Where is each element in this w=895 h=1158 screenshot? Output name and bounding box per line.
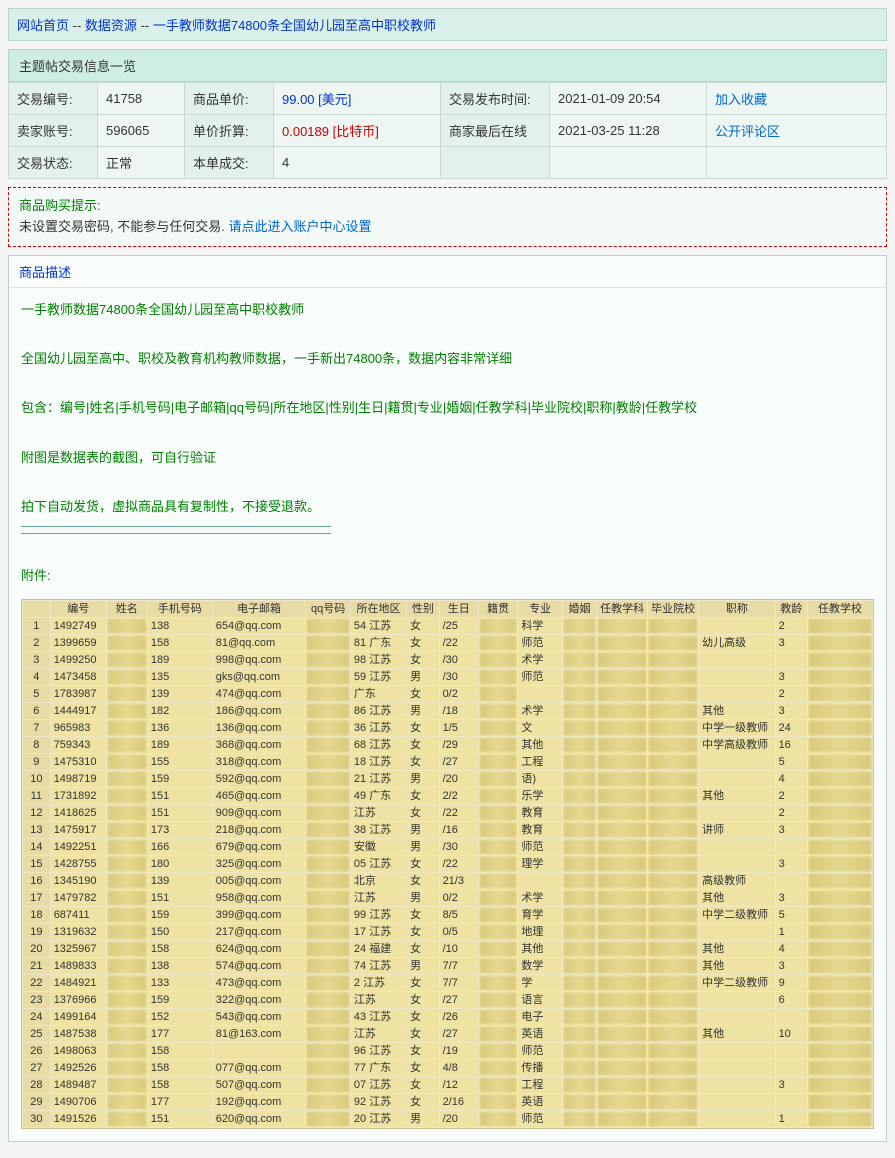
attachment-sheet: 编号姓名手机号码电子邮箱qq号码所在地区性别生日籍贯专业婚姻任教学科毕业院校职称… — [21, 599, 874, 1129]
table-row: 171479782151958@qq.com江苏男0/2术学其他3 — [23, 890, 873, 907]
sheet-header: 毕业院校 — [648, 601, 699, 618]
table-row: 151428755180325@qq.com05 江苏女/22理学3 — [23, 856, 873, 873]
table-row: 221484921133473@qq.com2 江苏女7/7学中学二级教师9 — [23, 975, 873, 992]
breadcrumb-title[interactable]: 一手教师数据74800条全国幼儿园至高中职校教师 — [153, 18, 436, 33]
value-last-online: 2021-03-25 11:28 — [550, 115, 707, 147]
desc-line: 包含：编号|姓名|手机号码|电子邮箱|qq号码|所在地区|性别|生日|籍贯|专业… — [21, 396, 874, 421]
breadcrumb-category[interactable]: 数据资源 — [85, 18, 137, 33]
table-row: 211489833138574@qq.com74 江苏男7/7数学其他3 — [23, 958, 873, 975]
description-header: 商品描述 — [9, 256, 886, 288]
table-row: 301491526151620@qq.com20 江苏男/20师范1 — [23, 1111, 873, 1128]
table-row: 241499164152543@qq.com43 江苏女/26电子 — [23, 1009, 873, 1026]
value-btc-price: 0.00189 [比特币] — [274, 115, 441, 147]
label-sold-count: 本单成交: — [185, 147, 274, 179]
sheet-header: 任教学校 — [808, 601, 873, 618]
divider — [21, 533, 331, 534]
table-row: 231376966159322@qq.com江苏女/27语言6 — [23, 992, 873, 1009]
table-row: 121418625151909@qq.com江苏女/22教育2 — [23, 805, 873, 822]
table-row: 7965983136136@qq.com36 江苏女1/5文中学一级教师24 — [23, 720, 873, 737]
sheet-header: 手机号码 — [147, 601, 212, 618]
tip-title: 商品购买提示: — [19, 196, 876, 217]
table-row: 141492251166679@qq.com安徽男/30师范 — [23, 839, 873, 856]
table-row: 161345190139005@qq.com北京女21/3高级教师 — [23, 873, 873, 890]
sheet-header: 教龄 — [775, 601, 807, 618]
sheet-header: 性别 — [407, 601, 439, 618]
sheet-header: 籍贯 — [478, 601, 517, 618]
table-row: 2139965915881@qq.com81 广东女/22师范幼儿高级3 — [23, 635, 873, 652]
label-last-online: 商家最后在线 — [441, 115, 550, 147]
table-row: 191319632150217@qq.com17 江苏女0/5地理1 — [23, 924, 873, 941]
sheet-header: 所在地区 — [350, 601, 406, 618]
value-trade-id: 41758 — [98, 83, 185, 115]
breadcrumb-sep2: -- — [141, 18, 153, 33]
desc-line: 附图是数据表的截图，可自行验证 — [21, 446, 874, 471]
breadcrumb-sep: -- — [73, 18, 85, 33]
label-seller: 卖家账号: — [9, 115, 98, 147]
table-row: 8759343189368@qq.com68 江苏女/29其他中学高级教师16 — [23, 737, 873, 754]
sheet-header: 婚姻 — [562, 601, 596, 618]
summary-title: 主题帖交易信息一览 — [8, 49, 887, 82]
table-row: 26149806315896 江苏女/19师范 — [23, 1043, 873, 1060]
value-status: 正常 — [98, 147, 185, 179]
link-add-favorite[interactable]: 加入收藏 — [715, 92, 767, 107]
table-row: 271492526158077@qq.com77 广东女4/8传播 — [23, 1060, 873, 1077]
label-empty — [441, 147, 550, 179]
table-row: 111731892151465@qq.com49 广东女2/2乐学其他2 — [23, 788, 873, 805]
tip-body: 未设置交易密码, 不能参与任何交易. — [19, 219, 228, 234]
attachment-label: 附件: — [21, 564, 874, 589]
sheet-header: 职称 — [699, 601, 775, 618]
breadcrumb: 网站首页 -- 数据资源 -- 一手教师数据74800条全国幼儿园至高中职校教师 — [8, 8, 887, 41]
table-row: 41473458135gks@qq.com59 江苏男/30师范3 — [23, 669, 873, 686]
table-row: 131475917173218@qq.com38 江苏男/16教育讲师3 — [23, 822, 873, 839]
table-row: 11492749138654@qq.com54 江苏女/25科学2 — [23, 618, 873, 635]
table-row: 51783987139474@qq.com广东女0/22 — [23, 686, 873, 703]
table-row: 25148753817781@163.com江苏女/27英语其他10 — [23, 1026, 873, 1043]
description-box: 商品描述 一手教师数据74800条全国幼儿园至高中职校教师 全国幼儿园至高中、职… — [8, 255, 887, 1143]
table-row: 201325967158624@qq.com24 福建女/10其他其他4 — [23, 941, 873, 958]
info-table: 交易编号: 41758 商品单价: 99.00 [美元] 交易发布时间: 202… — [8, 82, 887, 179]
table-row: 61444917182186@qq.com86 江苏男/18术学其他3 — [23, 703, 873, 720]
value-empty — [550, 147, 707, 179]
desc-line: 全国幼儿园至高中、职校及教育机构教师数据，一手新出74800条，数据内容非常详细 — [21, 347, 874, 372]
value-unit-price: 99.00 [美元] — [274, 83, 441, 115]
sheet-header: 专业 — [518, 601, 563, 618]
table-row: 281489487158507@qq.com07 江苏女/12工程3 — [23, 1077, 873, 1094]
value-publish-time: 2021-01-09 20:54 — [550, 83, 707, 115]
table-row: 101498719159592@qq.com21 江苏男/20语)4 — [23, 771, 873, 788]
sheet-header: qq号码 — [306, 601, 350, 618]
purchase-tip: 商品购买提示: 未设置交易密码, 不能参与任何交易. 请点此进入账户中心设置 — [8, 187, 887, 247]
link-public-comments[interactable]: 公开评论区 — [715, 124, 780, 139]
desc-line: 一手教师数据74800条全国幼儿园至高中职校教师 — [21, 298, 874, 323]
sheet-header: 任教学科 — [597, 601, 648, 618]
value-empty2 — [707, 147, 887, 179]
table-row: 18687411159399@qq.com99 江苏女8/5育学中学二级教师5 — [23, 907, 873, 924]
sheet-header: 姓名 — [106, 601, 147, 618]
link-account-settings[interactable]: 请点此进入账户中心设置 — [228, 219, 371, 234]
table-row: 31499250189998@qq.com98 江苏女/30术学 — [23, 652, 873, 669]
breadcrumb-home[interactable]: 网站首页 — [17, 18, 69, 33]
value-seller: 596065 — [98, 115, 185, 147]
label-btc-price: 单价折算: — [185, 115, 274, 147]
label-status: 交易状态: — [9, 147, 98, 179]
label-unit-price: 商品单价: — [185, 83, 274, 115]
label-trade-id: 交易编号: — [9, 83, 98, 115]
table-row: 291490706177192@qq.com92 江苏女2/16英语 — [23, 1094, 873, 1111]
sheet-header: 电子邮箱 — [212, 601, 306, 618]
divider — [21, 526, 331, 527]
label-publish-time: 交易发布时间: — [441, 83, 550, 115]
sheet-header: 编号 — [50, 601, 106, 618]
desc-line: 拍下自动发货，虚拟商品具有复制性，不接受退款。 — [21, 495, 874, 520]
sheet-header: 生日 — [439, 601, 478, 618]
description-body: 一手教师数据74800条全国幼儿园至高中职校教师 全国幼儿园至高中、职校及教育机… — [9, 288, 886, 600]
value-sold-count: 4 — [274, 147, 441, 179]
table-row: 91475310155318@qq.com18 江苏女/27工程5 — [23, 754, 873, 771]
